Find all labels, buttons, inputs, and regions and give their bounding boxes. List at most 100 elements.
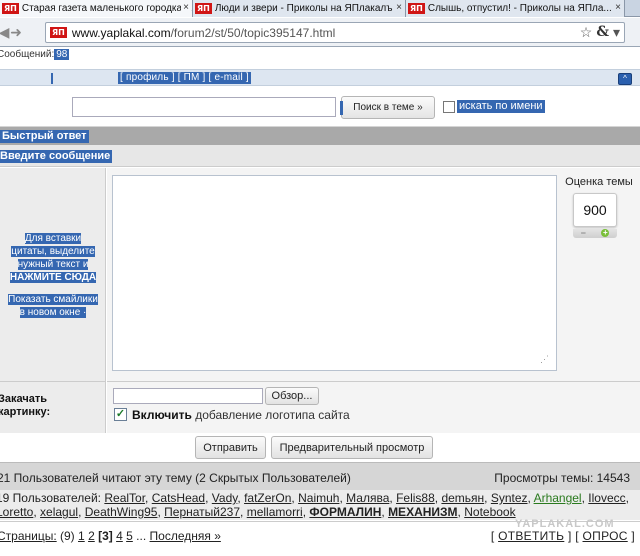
bracket: ] [ xyxy=(567,529,579,543)
page-current: [3] xyxy=(98,529,113,543)
browser-tab-2[interactable]: ЯП Люди и звери - Приколы на ЯПлакалъ × xyxy=(193,0,406,17)
user-link[interactable]: Felis88 xyxy=(396,491,435,505)
user-link[interactable]: Loretto xyxy=(0,505,33,519)
user-link[interactable]: DeathWing95 xyxy=(85,505,158,519)
site-favicon-icon: ЯП xyxy=(408,3,425,14)
address-bar[interactable]: ЯП www.yaplakal.com/forum2/st/50/topic39… xyxy=(45,22,625,43)
send-button[interactable]: Отправить xyxy=(195,436,266,459)
quick-reply-title: Быстрый ответ xyxy=(0,130,89,143)
add-logo-label: Включить добавление логотипа сайта xyxy=(132,408,350,422)
reply-link[interactable]: ОТВЕТИТЬ xyxy=(498,529,564,543)
browser-tab-1[interactable]: ЯП Старая газета маленького городка - ..… xyxy=(0,0,193,17)
dropdown-arrow-icon[interactable]: ▾ xyxy=(613,24,620,41)
user-link[interactable]: Notebook xyxy=(464,505,515,519)
resize-grip-icon[interactable]: ⋰ xyxy=(540,355,549,364)
smileys-link-line: в новом окне · xyxy=(19,307,87,318)
message-textarea[interactable] xyxy=(112,175,557,371)
close-tab-icon[interactable]: × xyxy=(181,2,189,13)
page-link-4[interactable]: 4 xyxy=(116,529,123,543)
reply-left-panel: Для вставки цитаты, выделите нужный текс… xyxy=(0,168,106,381)
tab-title: Старая газета маленького городка - ... xyxy=(21,3,192,14)
upload-controls-cell: Обзор... ✓ Включить добавление логотипа … xyxy=(107,381,640,433)
browser-tab-3[interactable]: ЯП Слышь, отпустил! - Приколы на ЯПла...… xyxy=(406,0,625,17)
url-text: www.yaplakal.com/forum2/st/50/topic39514… xyxy=(72,26,335,40)
show-smileys-link[interactable]: Показать смайлики в новом окне · xyxy=(0,293,106,319)
close-tab-icon[interactable]: × xyxy=(394,2,402,13)
page-link-2[interactable]: 2 xyxy=(88,529,95,543)
bracket: ] xyxy=(631,529,635,543)
ampersand-icon[interactable]: & xyxy=(596,24,609,41)
url-host: www.yaplakal.com xyxy=(71,25,171,40)
profile-bar: [ профиль ] [ ПМ ] [ e-mail ] ^ xyxy=(0,69,640,86)
forward-arrow-icon[interactable]: ➜ xyxy=(8,24,24,40)
quote-help-link[interactable]: Для вставки цитаты, выделите нужный текс… xyxy=(0,232,106,284)
tab-title: Люди и звери - Приколы на ЯПлакалъ xyxy=(214,3,393,14)
user-link[interactable]: Малява xyxy=(346,491,389,505)
user-link[interactable]: xelagul xyxy=(40,505,78,519)
tab-title: Слышь, отпустил! - Приколы на ЯПла... xyxy=(427,3,612,14)
page-link-5[interactable]: 5 xyxy=(126,529,133,543)
active-users-list: 19 Пользователей: RealTor, CatsHead, Vad… xyxy=(0,491,636,519)
preview-button[interactable]: Предварительный просмотр xyxy=(271,436,433,459)
readers-count: 21 Пользователей читают эту тему (2 Скры… xyxy=(0,471,351,485)
url-actions: ☆ & ▾ xyxy=(580,24,620,41)
page-link-1[interactable]: 1 xyxy=(78,529,85,543)
user-link[interactable]: Vady xyxy=(212,491,238,505)
user-link[interactable]: demьян xyxy=(441,491,484,505)
site-favicon-icon: ЯП xyxy=(50,27,67,38)
quote-help-action[interactable]: НАЖМИТЕ СЮДА xyxy=(9,272,97,283)
profile-links[interactable]: [ профиль ] [ ПМ ] [ e-mail ] xyxy=(118,72,251,84)
message-count-label: Сообщений: xyxy=(0,49,55,60)
user-link[interactable]: mellamorri xyxy=(247,505,303,519)
user-link[interactable]: ФОРМАЛИН xyxy=(309,505,381,519)
bookmark-star-icon[interactable]: ☆ xyxy=(580,24,593,41)
enter-message-title: Введите сообщение xyxy=(0,150,113,163)
topic-search-row: Поиск в теме » искать по имени xyxy=(0,87,640,127)
pagination: Страницы: (9) 1 2 [3] 4 5 ... Последняя … xyxy=(0,529,221,543)
pagination-row: YAPLAKAL.COM Страницы: (9) 1 2 [3] 4 5 .… xyxy=(0,518,640,556)
topic-rating-value: 900 xyxy=(573,193,617,227)
user-link[interactable]: Syntez xyxy=(491,491,528,505)
file-path-input[interactable] xyxy=(113,388,263,404)
reply-editor-panel: ⋰ xyxy=(107,168,559,381)
topic-rating-label: Оценка темы xyxy=(565,176,633,188)
url-path: /forum2/st/50/topic395147.html xyxy=(170,25,336,40)
user-link[interactable]: fatZerOn xyxy=(244,491,291,505)
user-link[interactable]: Пернатый237 xyxy=(164,505,240,519)
scroll-up-button[interactable]: ^ xyxy=(618,73,632,85)
user-link[interactable]: Naimuh xyxy=(298,491,339,505)
search-by-name-label[interactable]: искать по имени xyxy=(457,100,545,113)
upload-label-line: картинку: xyxy=(0,406,51,418)
topic-readers-bar: 21 Пользователей читают эту тему (2 Скры… xyxy=(0,462,640,490)
forum-page: Сообщений: 98 [ профиль ] [ ПМ ] [ e-mail… xyxy=(0,48,640,556)
message-count-value: 98 xyxy=(54,49,70,60)
site-favicon-icon: ЯП xyxy=(2,3,19,14)
user-link[interactable]: МЕХАНИЗМ xyxy=(388,505,457,519)
browse-button[interactable]: Обзор... xyxy=(265,387,319,405)
quick-reply-header: Быстрый ответ xyxy=(0,127,640,145)
add-logo-description: добавление логотипа сайта xyxy=(195,408,350,422)
user-link[interactable]: CatsHead xyxy=(152,491,205,505)
user-link[interactable]: Ilovecc xyxy=(588,491,625,505)
user-link[interactable]: Arhangel xyxy=(534,491,582,505)
add-logo-enable: Включить xyxy=(132,408,192,422)
rating-minus-icon[interactable]: − xyxy=(581,229,586,238)
search-by-name-checkbox[interactable] xyxy=(443,101,455,113)
site-favicon-icon: ЯП xyxy=(195,3,212,14)
reply-actions: Отправить Предварительный просмотр xyxy=(0,434,640,461)
add-logo-checkbox[interactable]: ✓ xyxy=(114,408,127,421)
rating-plus-icon[interactable]: + xyxy=(601,229,610,237)
active-users-row: 19 Пользователей: RealTor, CatsHead, Vad… xyxy=(0,490,640,520)
poll-link[interactable]: ОПРОС xyxy=(583,529,628,543)
topic-search-input[interactable] xyxy=(72,97,336,117)
last-page-link[interactable]: Последняя » xyxy=(150,529,221,543)
topic-rating-panel: Оценка темы 900 − + xyxy=(559,168,640,381)
pages-ellipsis: ... xyxy=(136,529,147,543)
user-link[interactable]: RealTor xyxy=(104,491,145,505)
browser-nav-bar: ◀ ➜ ЯП www.yaplakal.com/forum2/st/50/top… xyxy=(0,18,640,47)
close-tab-icon[interactable]: × xyxy=(613,2,621,13)
upload-label-cell: Закачать картинку: xyxy=(0,381,106,433)
message-count: Сообщений: 98 xyxy=(0,49,70,60)
topic-search-button[interactable]: Поиск в теме » xyxy=(340,96,435,119)
upload-label-line: Закачать xyxy=(0,393,48,405)
